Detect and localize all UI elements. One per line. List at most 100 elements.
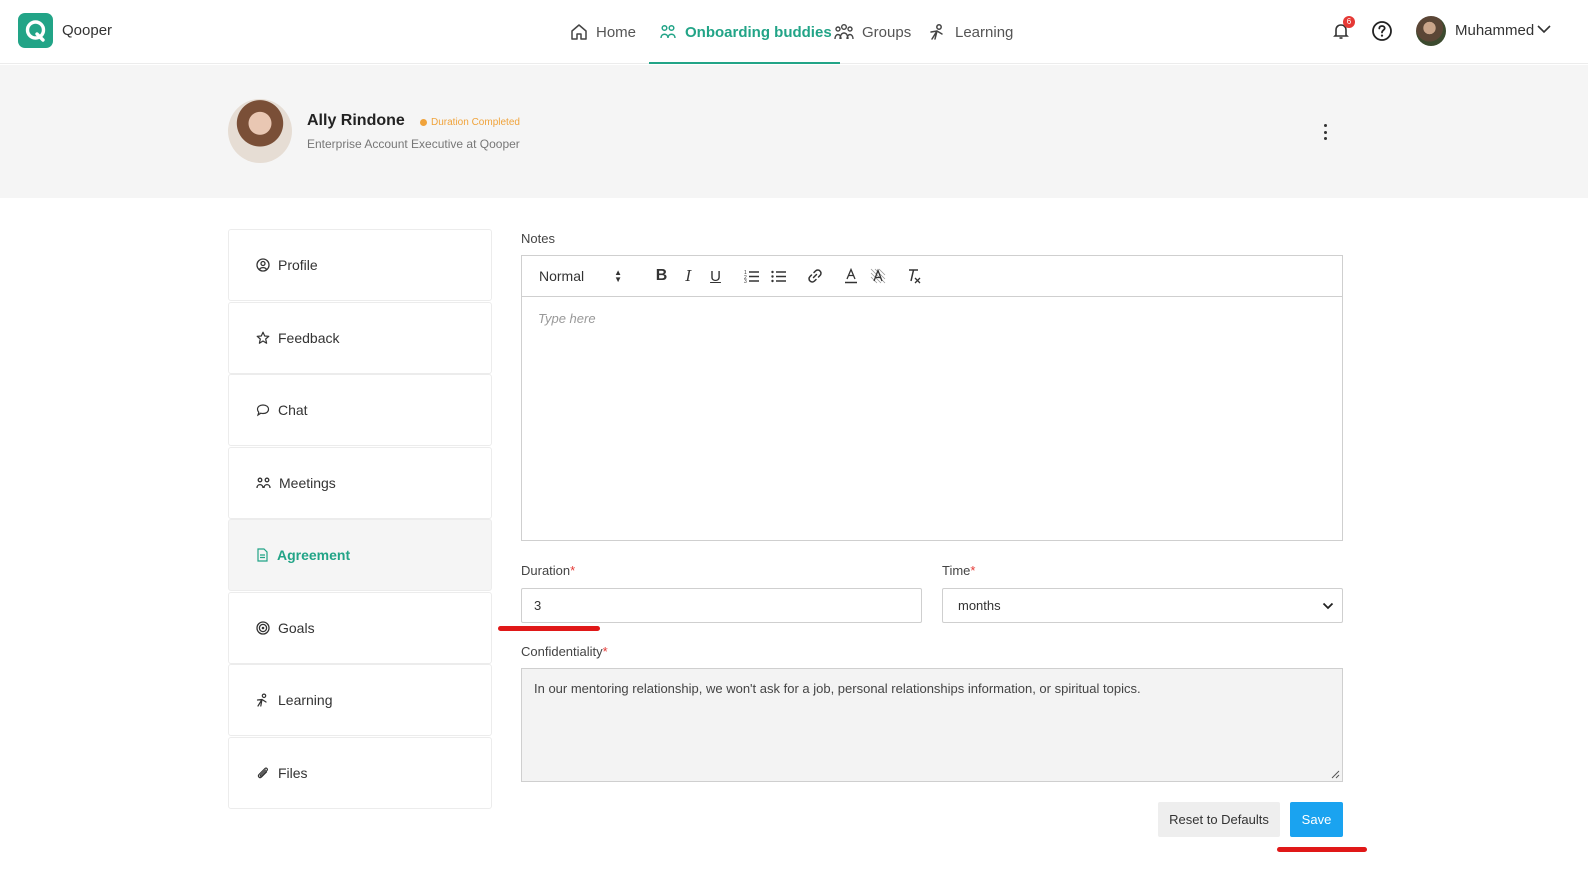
annotation-underline-save [1277,847,1367,852]
editor-toolbar: Normal ▲ ▼ B I U 123 [522,256,1342,297]
sidebar-item-label: Files [278,764,308,781]
status-badge: Duration Completed [420,117,520,128]
notes-editor: Normal ▲ ▼ B I U 123 Type here [521,255,1343,541]
underline-button[interactable]: U [702,264,729,288]
nav-onboarding-buddies-label: Onboarding buddies [685,23,832,41]
confidentiality-label: Confidentiality* [521,644,608,659]
background-color-button[interactable] [864,264,891,288]
help-icon [1371,20,1393,42]
time-select[interactable]: months [942,588,1343,623]
help-button[interactable] [1370,19,1394,43]
qooper-logo-icon[interactable] [18,13,53,48]
confidentiality-label-text: Confidentiality [521,644,603,659]
nav-learning-label: Learning [955,23,1014,41]
bold-icon: B [655,267,668,284]
sidebar-item-label: Profile [278,257,318,273]
duration-input[interactable]: 3 [521,588,922,623]
sidebar-item-goals[interactable]: Goals [228,591,492,664]
sidebar-item-label: Feedback [278,329,340,346]
reset-to-defaults-button[interactable]: Reset to Defaults [1158,802,1280,837]
confidentiality-textarea[interactable]: In our mentoring relationship, we won't … [521,668,1343,782]
nav-home[interactable]: Home [570,0,636,64]
profile-name: Ally Rindone [307,112,405,129]
chevron-down-icon [1322,602,1334,610]
sidebar-item-agreement[interactable]: Agreement [228,519,492,591]
relationship-sidebar: Profile Feedback Chat Meetings Agreement… [228,229,492,809]
required-asterisk: * [570,563,576,578]
sidebar-item-chat[interactable]: Chat [228,374,492,446]
duration-value: 3 [534,598,542,613]
star-icon [256,331,270,345]
learning-icon [256,693,270,707]
more-options-icon[interactable] [1316,122,1334,142]
notes-input[interactable]: Type here [522,297,1342,340]
groups-icon [834,23,854,41]
sidebar-item-meetings[interactable]: Meetings [228,446,492,519]
link-icon [807,268,823,284]
ordered-list-button[interactable]: 123 [738,264,765,288]
notes-label: Notes [521,231,555,246]
status-dot-icon [420,119,427,126]
profile-title: Enterprise Account Executive at Qooper [307,137,520,151]
background-color-icon [870,268,886,284]
buddies-icon [659,23,677,41]
paperclip-icon [256,766,270,780]
duration-label-text: Duration [521,563,571,578]
time-select-value: months [958,598,1001,613]
chevron-down-icon[interactable] [1537,24,1551,34]
updown-arrow-icon: ▲ ▼ [614,268,623,284]
target-icon [256,620,270,635]
text-color-icon [844,268,858,284]
time-label: Time* [942,563,975,578]
bullet-list-button[interactable] [765,264,792,288]
nav-home-label: Home [596,23,637,41]
nav-groups[interactable]: Groups [834,0,911,64]
svg-text:3: 3 [744,279,747,283]
format-select-value: Normal [539,268,585,284]
link-button[interactable] [801,264,828,288]
annotation-underline-duration [498,626,600,631]
nav-groups-label: Groups [862,23,912,41]
text-color-button[interactable] [837,264,864,288]
brand-name: Qooper [62,22,113,39]
learning-icon [929,23,947,41]
profile-avatar [228,99,292,163]
sidebar-item-profile[interactable]: Profile [228,229,492,301]
document-icon [256,548,269,562]
required-asterisk: * [602,644,608,659]
notification-count-badge: 6 [1343,16,1355,28]
bullet-list-icon [770,269,787,283]
user-avatar[interactable] [1416,16,1446,46]
nav-onboarding-buddies[interactable]: Onboarding buddies [649,0,840,64]
status-text: Duration Completed [431,117,520,128]
notifications-button[interactable]: 6 [1329,16,1355,43]
time-label-text: Time [942,563,971,578]
confidentiality-text: In our mentoring relationship, we won't … [534,681,1141,696]
bold-button[interactable]: B [648,264,675,288]
clear-formatting-icon [906,268,922,284]
resize-handle-icon[interactable] [1331,770,1340,779]
sidebar-item-files[interactable]: Files [228,736,492,809]
sidebar-item-learning[interactable]: Learning [228,664,492,736]
username[interactable]: Muhammed [1455,22,1534,39]
chat-icon [256,403,270,417]
format-select[interactable]: Normal ▲ ▼ [539,268,639,284]
italic-icon: I [685,267,692,285]
home-icon [570,23,588,41]
sidebar-item-label: Meetings [279,474,336,491]
duration-label: Duration* [521,563,575,578]
sidebar-item-label: Chat [278,402,308,418]
ordered-list-icon: 123 [744,269,760,283]
sidebar-item-feedback[interactable]: Feedback [228,301,492,374]
top-navigation-bar: Qooper Home Onboarding buddies Groups Le… [0,0,1588,64]
save-button[interactable]: Save [1290,802,1343,837]
sidebar-item-label: Learning [278,692,333,708]
italic-button[interactable]: I [675,264,702,288]
nav-learning[interactable]: Learning [929,0,1013,64]
profile-icon [256,258,270,272]
clear-formatting-button[interactable] [900,264,927,288]
required-asterisk: * [970,563,976,578]
underline-icon: U [710,267,721,285]
sidebar-item-label: Agreement [277,547,351,563]
sidebar-item-label: Goals [278,619,315,636]
